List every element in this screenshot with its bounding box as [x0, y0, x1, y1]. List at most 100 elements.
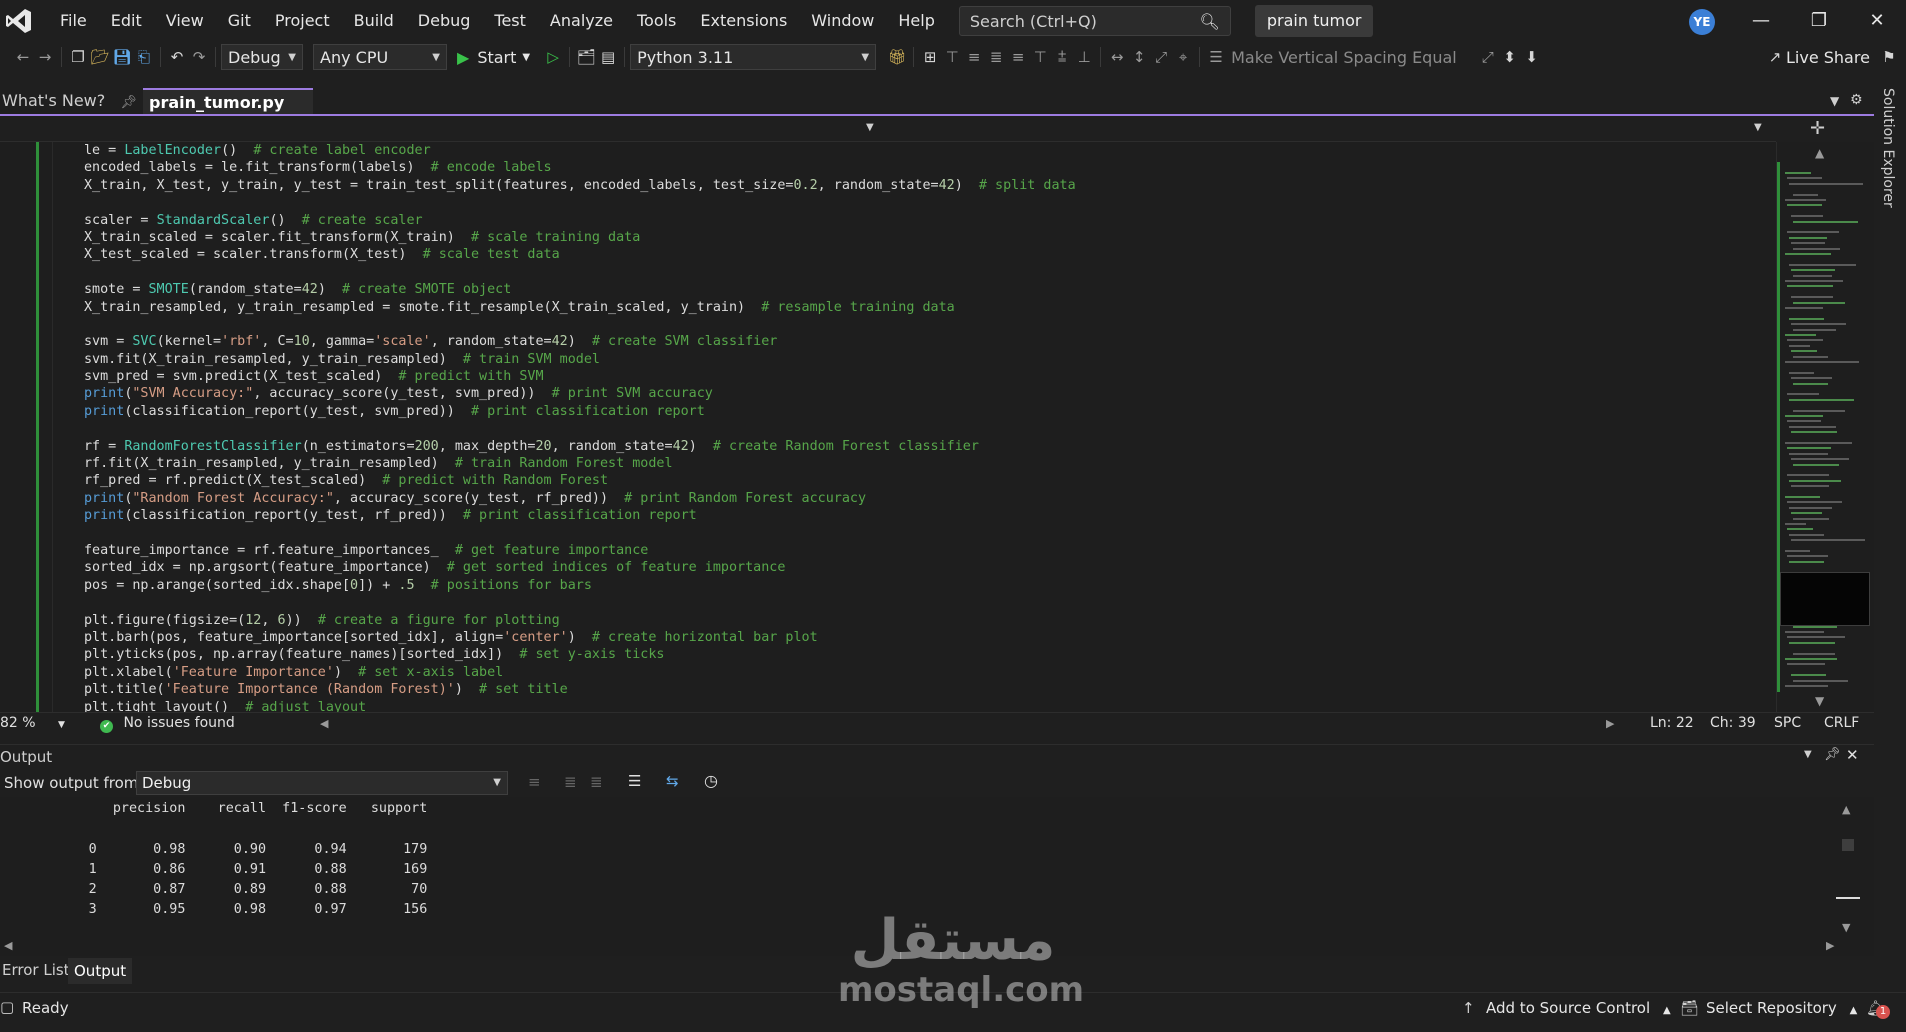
code-line[interactable]: sorted_idx = np.argsort(feature_importan…	[84, 559, 1076, 576]
tab-overflow-icon[interactable]: ▼	[1830, 94, 1839, 108]
code-line[interactable]	[84, 420, 1076, 437]
code-content[interactable]: le = LabelEncoder() # create label encod…	[84, 142, 1076, 712]
start-without-debugging-icon[interactable]: ▷	[542, 48, 564, 66]
code-line[interactable]	[84, 594, 1076, 611]
output-scrollbar[interactable]: ▲ ▼	[1836, 799, 1860, 939]
restore-icon[interactable]: ❐	[1790, 0, 1848, 42]
undo-icon[interactable]: ↶	[166, 48, 188, 66]
make-vertical-spacing-equal-button[interactable]: Make Vertical Spacing Equal	[1231, 48, 1457, 67]
code-line[interactable]: X_train, X_test, y_train, y_test = train…	[84, 177, 1076, 194]
code-overview-map[interactable]: ▲ ▼	[1776, 142, 1874, 712]
scroll-down-icon[interactable]: ▼	[1842, 921, 1850, 934]
output-window-icon[interactable]: ▢	[0, 998, 14, 1016]
add-to-source-control-button[interactable]: Add to Source Control ▲	[1486, 999, 1671, 1017]
window-layout-icon[interactable]: ▤	[597, 48, 619, 66]
code-line[interactable]: rf_pred = rf.predict(X_test_scaled) # pr…	[84, 472, 1076, 489]
packages-icon[interactable]: 🎁︎	[886, 48, 908, 66]
menu-extensions[interactable]: Extensions	[688, 0, 799, 42]
whitespace-mode[interactable]: SPC	[1774, 715, 1801, 731]
previous-message-icon[interactable]: ≣	[564, 773, 577, 791]
code-line[interactable]: encoded_labels = le.fit_transform(labels…	[84, 159, 1076, 176]
scroll-up-icon[interactable]: ▲	[1842, 803, 1850, 816]
code-line[interactable]: rf = RandomForestClassifier(n_estimators…	[84, 438, 1076, 455]
align-lefts-icon[interactable]: ≡	[963, 48, 985, 66]
code-editor[interactable]: le = LabelEncoder() # create label encod…	[0, 142, 1776, 712]
code-line[interactable]: pos = np.arange(sorted_idx.shape[0]) + .…	[84, 577, 1076, 594]
chevron-down-icon[interactable]: ▼	[1754, 122, 1762, 133]
menu-tools[interactable]: Tools	[625, 0, 688, 42]
code-line[interactable]: print(classification_report(y_test, svm_…	[84, 403, 1076, 420]
menu-file[interactable]: File	[48, 0, 99, 42]
size-to-grid-icon[interactable]: ⌖	[1172, 48, 1194, 66]
code-line[interactable]: svm.fit(X_train_resampled, y_train_resam…	[84, 351, 1076, 368]
scroll-up-icon[interactable]: ▲	[1815, 146, 1824, 160]
line-number[interactable]: Ln: 22	[1650, 715, 1694, 731]
split-editor-icon[interactable]: ✛	[1810, 118, 1825, 139]
map-viewport-indicator[interactable]	[1780, 572, 1870, 626]
menu-git[interactable]: Git	[216, 0, 263, 42]
new-project-icon[interactable]: ❐	[67, 48, 89, 66]
configuration-select[interactable]: Debug ▼	[221, 44, 303, 70]
code-line[interactable]	[84, 194, 1076, 211]
visual-studio-logo-icon[interactable]	[4, 6, 34, 36]
solution-explorer-tab[interactable]: Solution Explorer	[1874, 88, 1906, 268]
live-share-button[interactable]: ↗ Live Share ⚑	[1764, 42, 1900, 72]
code-line[interactable]: print(classification_report(y_test, rf_p…	[84, 507, 1076, 524]
code-line[interactable]: print("Random Forest Accuracy:", accurac…	[84, 490, 1076, 507]
align-centers-icon[interactable]: ≣	[985, 48, 1007, 66]
tab-output[interactable]: Output	[68, 958, 133, 984]
clear-all-icon[interactable]: ☰	[628, 772, 641, 790]
make-same-height-icon[interactable]: ↕	[1128, 48, 1150, 66]
scroll-right-icon[interactable]: ▶	[1606, 717, 1614, 730]
save-icon[interactable]: 💾︎	[111, 48, 133, 66]
scroll-left-icon[interactable]: ◀	[320, 717, 328, 730]
scroll-right-icon[interactable]: ▶	[1826, 939, 1834, 952]
code-line[interactable]: plt.barh(pos, feature_importance[sorted_…	[84, 629, 1076, 646]
pin-icon[interactable]: 📌︎	[1824, 747, 1841, 762]
open-folder-icon[interactable]: 📂︎	[89, 48, 111, 66]
close-window-icon[interactable]: ✕	[1848, 0, 1906, 42]
word-wrap-icon[interactable]: ⇆	[666, 772, 679, 790]
menu-view[interactable]: View	[154, 0, 216, 42]
start-button[interactable]: ▶ Start ▼	[457, 48, 530, 67]
code-line[interactable]: plt.yticks(pos, np.array(feature_names)[…	[84, 646, 1076, 663]
output-source-select[interactable]: Debug ▼	[136, 771, 508, 795]
search-input[interactable]: Search (Ctrl+Q) 🔍︎	[958, 6, 1231, 36]
code-line[interactable]	[84, 316, 1076, 333]
code-line[interactable]: X_test_scaled = scaler.transform(X_test)…	[84, 246, 1076, 263]
account-avatar[interactable]: YE	[1689, 9, 1715, 35]
align-bottoms-icon[interactable]: ⊥	[1073, 48, 1095, 66]
chevron-down-icon[interactable]: ▼	[1804, 749, 1812, 760]
code-line[interactable]	[84, 525, 1076, 542]
vertical-spacing-icon[interactable]: ☰	[1205, 48, 1227, 66]
make-same-size-icon[interactable]: ⤢	[1150, 48, 1172, 66]
code-line[interactable]: svm = SVC(kernel='rbf', C=10, gamma='sca…	[84, 333, 1076, 350]
menu-test[interactable]: Test	[482, 0, 538, 42]
clock-icon[interactable]: ◷	[704, 771, 718, 790]
next-message-icon[interactable]: ≣	[590, 773, 603, 791]
code-line[interactable]: rf.fit(X_train_resampled, y_train_resamp…	[84, 455, 1076, 472]
issues-indicator[interactable]: ✔ No issues found	[100, 715, 235, 733]
menu-project[interactable]: Project	[263, 0, 342, 42]
code-line[interactable]: X_train_scaled = scaler.fit_transform(X_…	[84, 229, 1076, 246]
browse-folder-icon[interactable]: 🗂︎	[575, 48, 597, 66]
zoom-select[interactable]: 82 % ▼	[0, 715, 65, 731]
increase-spacing-icon[interactable]: ⤢	[1477, 48, 1499, 66]
scroll-thumb[interactable]	[1842, 839, 1854, 851]
python-environment-select[interactable]: Python 3.11 ▼	[630, 44, 877, 70]
output-text[interactable]: precision recall f1-score support 0 0.98…	[0, 799, 428, 921]
menu-window[interactable]: Window	[799, 0, 886, 42]
snap-icon[interactable]: ⊤	[941, 48, 963, 66]
code-line[interactable]: plt.figure(figsize=(12, 6)) # create a f…	[84, 612, 1076, 629]
code-line[interactable]: plt.title('Feature Importance (Random Fo…	[84, 681, 1076, 698]
layout-grid-icon[interactable]: ⊞	[919, 48, 941, 66]
menu-help[interactable]: Help	[886, 0, 946, 42]
solution-name-badge[interactable]: prain tumor	[1254, 5, 1374, 37]
platform-select[interactable]: Any CPU ▼	[313, 44, 447, 70]
save-all-icon[interactable]: ⎗	[133, 48, 155, 66]
notifications-button[interactable]: 🔔︎ 1	[1866, 999, 1890, 1019]
pin-icon[interactable]: 📌︎	[120, 95, 137, 110]
align-rights-icon[interactable]: ≡	[1007, 48, 1029, 66]
code-line[interactable]: feature_importance = rf.feature_importan…	[84, 542, 1076, 559]
code-line[interactable]: X_train_resampled, y_train_resampled = s…	[84, 299, 1076, 316]
